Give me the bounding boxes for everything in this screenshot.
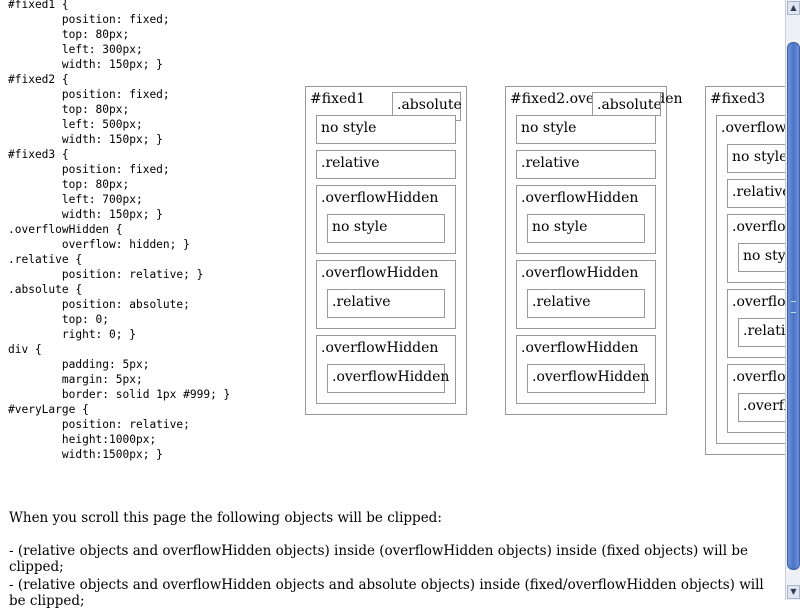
- fixed3-ovh3-child: .overflowHidden: [738, 393, 785, 422]
- fixed3-wrapper-label: .overflowHidden: [721, 120, 785, 136]
- description-intro: When you scroll this page the following …: [9, 510, 442, 526]
- fixed3-overflow-hidden-3: .overflowHidden .overflowHidden: [727, 364, 785, 433]
- fixed3-title: #fixed3: [710, 91, 766, 107]
- fixed3-overflow-hidden-2: .overflowHidden .relative: [727, 289, 785, 358]
- arrow-down-icon[interactable]: ▼: [787, 585, 800, 599]
- vertical-scrollbar[interactable]: ▲ ▼: [785, 0, 800, 600]
- fixed3-no-style-label: no style: [732, 149, 785, 165]
- fixed3-no-style-box: no style: [727, 144, 785, 173]
- fixed3-ovh2-child: .relative: [738, 318, 785, 347]
- description-item-1: - (relative objects and overflowHidden o…: [9, 543, 748, 575]
- grip-icon: [791, 301, 796, 313]
- fixed3-box: #fixed3 .overflowHidden no style .relati…: [705, 86, 785, 455]
- fixed3-overflow-hidden-1-label: .overflowHidden: [732, 219, 785, 235]
- fixed3-overflow-hidden-wrapper: .overflowHidden no style .relative .over…: [716, 115, 785, 444]
- fixed3-overflow-hidden-2-label: .overflowHidden: [732, 294, 785, 310]
- fixed3-overflow-hidden-3-label: .overflowHidden: [732, 369, 785, 385]
- arrow-up-icon[interactable]: ▲: [787, 1, 800, 15]
- fixed3-ovh1-child-label: no style: [743, 248, 785, 264]
- description-item-2: - (relative objects and overflowHidden o…: [9, 577, 764, 609]
- fixed3-ovh1-child: no style: [738, 243, 785, 272]
- scrollbar-thumb[interactable]: [787, 42, 800, 570]
- fixed3-relative-box: .relative: [727, 179, 785, 208]
- fixed3-ovh2-child-label: .relative: [743, 323, 785, 339]
- fixed3-ovh3-child-label: .overflowHidden: [743, 398, 785, 414]
- fixed3-relative-label: .relative: [732, 184, 785, 200]
- fixed3-overflow-hidden-1: .overflowHidden no style: [727, 214, 785, 283]
